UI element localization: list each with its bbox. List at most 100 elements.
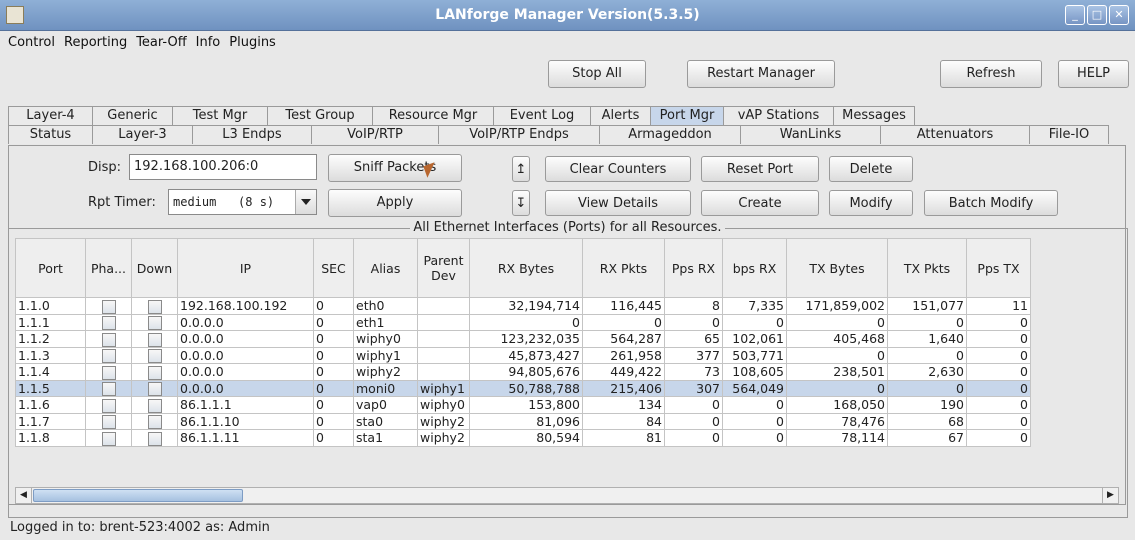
table-cell[interactable]: wiphy0	[353, 330, 418, 348]
table-cell[interactable]: 0	[966, 429, 1031, 447]
phantom-checkbox[interactable]	[85, 313, 132, 331]
table-cell[interactable]: 0	[966, 330, 1031, 348]
down-checkbox[interactable]	[131, 412, 178, 430]
table-cell[interactable]: 116,445	[582, 297, 665, 315]
table-cell[interactable]: 73	[664, 363, 723, 381]
tab-vap-stations[interactable]: vAP Stations	[723, 106, 834, 125]
maximize-icon[interactable]: □	[1087, 5, 1107, 25]
down-checkbox[interactable]	[131, 429, 178, 447]
table-cell[interactable]: 1.1.6	[15, 396, 86, 414]
tab-resource-mgr[interactable]: Resource Mgr	[372, 106, 494, 125]
table-cell[interactable]: 0	[966, 313, 1031, 331]
checkbox-icon[interactable]	[147, 299, 162, 314]
phantom-checkbox[interactable]	[85, 330, 132, 348]
checkbox-icon[interactable]	[147, 415, 162, 429]
table-cell[interactable]: 81	[582, 429, 665, 447]
table-cell[interactable]: 0	[722, 429, 787, 447]
menu-tear-off[interactable]: Tear-Off	[136, 35, 186, 50]
table-cell[interactable]: 1.1.7	[15, 412, 86, 430]
sniff-packets-button[interactable]: Sniff Packets	[328, 154, 462, 182]
column-header-rx-pkts[interactable]: RX Pkts	[582, 238, 665, 298]
table-cell[interactable]: 78,476	[786, 412, 888, 430]
tab-test-group[interactable]: Test Group	[267, 106, 373, 125]
scroll-right-icon[interactable]: ▶	[1102, 488, 1118, 503]
tab-generic[interactable]: Generic	[92, 106, 173, 125]
table-cell[interactable]: 1.1.3	[15, 346, 86, 364]
table-cell[interactable]: 86.1.1.10	[177, 412, 314, 430]
table-cell[interactable]: 102,061	[722, 330, 787, 348]
table-cell[interactable]: moni0	[353, 379, 418, 397]
table-cell[interactable]: 0	[313, 379, 354, 397]
table-cell[interactable]: sta0	[353, 412, 418, 430]
tab-alerts[interactable]: Alerts	[590, 106, 651, 125]
table-cell[interactable]: 86.1.1.11	[177, 429, 314, 447]
checkbox-icon[interactable]	[101, 299, 116, 314]
table-cell[interactable]: 0	[313, 396, 354, 414]
checkbox-icon[interactable]	[147, 431, 162, 446]
table-cell[interactable]: 0	[786, 379, 888, 397]
tab-attenuators[interactable]: Attenuators	[880, 125, 1030, 144]
table-cell[interactable]: 238,501	[786, 363, 888, 381]
tab-status[interactable]: Status	[8, 125, 93, 144]
table-cell[interactable]: 1.1.2	[15, 330, 86, 348]
table-row[interactable]: 1.1.8 86.1.1.11 0 sta1 wiphy2 80,594 81 0 0 78,11…	[15, 429, 1031, 447]
table-cell[interactable]: wiphy1	[417, 379, 470, 397]
tab-file-io[interactable]: File-IO	[1029, 125, 1109, 144]
table-cell[interactable]: 0	[313, 346, 354, 364]
tab-l3-endps[interactable]: L3 Endps	[192, 125, 312, 144]
table-cell[interactable]: 0	[887, 313, 967, 331]
menu-plugins[interactable]: Plugins	[229, 35, 276, 50]
column-header-parent-dev[interactable]: Parent Dev	[417, 238, 470, 298]
table-cell[interactable]: wiphy2	[417, 429, 470, 447]
down-checkbox[interactable]	[131, 346, 178, 364]
table-cell[interactable]: 1.1.5	[15, 379, 86, 397]
tab-messages[interactable]: Messages	[833, 106, 915, 125]
horizontal-scrollbar[interactable]: ◀ ▶	[15, 487, 1119, 504]
table-cell[interactable]: 0.0.0.0	[177, 330, 314, 348]
table-cell[interactable]: 0	[582, 313, 665, 331]
table-cell[interactable]: wiphy1	[353, 346, 418, 364]
table-cell[interactable]: 168,050	[786, 396, 888, 414]
checkbox-icon[interactable]	[147, 349, 162, 363]
chevron-down-icon[interactable]	[295, 190, 316, 214]
checkbox-icon[interactable]	[101, 316, 116, 330]
table-cell[interactable]: 67	[887, 429, 967, 447]
table-cell[interactable]: 32,194,714	[469, 297, 583, 315]
table-cell[interactable]: 123,232,035	[469, 330, 583, 348]
table-cell[interactable]: 8	[664, 297, 723, 315]
table-cell[interactable]	[417, 363, 470, 381]
phantom-checkbox[interactable]	[85, 412, 132, 430]
table-cell[interactable]: 0	[966, 379, 1031, 397]
clear-counters-button[interactable]: Clear Counters	[545, 156, 691, 182]
checkbox-icon[interactable]	[101, 349, 116, 363]
down-checkbox[interactable]	[131, 313, 178, 331]
checkbox-icon[interactable]	[147, 316, 162, 330]
menu-reporting[interactable]: Reporting	[64, 35, 127, 50]
scroll-thumb[interactable]	[33, 489, 243, 502]
close-icon[interactable]: ✕	[1109, 5, 1129, 25]
checkbox-icon[interactable]	[147, 398, 162, 413]
table-row[interactable]: 1.1.6 86.1.1.1 0 vap0 wiphy0 153,800 134 0 0 168,…	[15, 396, 1031, 414]
table-cell[interactable]: 192.168.100.192	[177, 297, 314, 315]
down-checkbox[interactable]	[131, 396, 178, 414]
move-down-button[interactable]: ↧	[512, 190, 530, 216]
checkbox-icon[interactable]	[147, 365, 162, 380]
table-cell[interactable]: 564,049	[722, 379, 787, 397]
table-cell[interactable]: 190	[887, 396, 967, 414]
table-cell[interactable]: 1.1.1	[15, 313, 86, 331]
move-up-button[interactable]: ↥	[512, 156, 530, 182]
table-cell[interactable]: sta1	[353, 429, 418, 447]
phantom-checkbox[interactable]	[85, 396, 132, 414]
stop-all-button[interactable]: Stop All	[548, 60, 646, 88]
table-cell[interactable]: 0	[469, 313, 583, 331]
table-cell[interactable]: 0	[313, 330, 354, 348]
table-row[interactable]: 1.1.5 0.0.0.0 0 moni0 wiphy1 50,788,788 215,40…	[15, 379, 1031, 397]
checkbox-icon[interactable]	[147, 332, 162, 347]
table-cell[interactable]: 0	[664, 313, 723, 331]
tab-layer-4[interactable]: Layer-4	[8, 106, 93, 125]
table-cell[interactable]: 0	[887, 346, 967, 364]
table-cell[interactable]: 0	[966, 396, 1031, 414]
table-cell[interactable]: 65	[664, 330, 723, 348]
table-cell[interactable]: 50,788,788	[469, 379, 583, 397]
table-cell[interactable]: 0	[313, 313, 354, 331]
